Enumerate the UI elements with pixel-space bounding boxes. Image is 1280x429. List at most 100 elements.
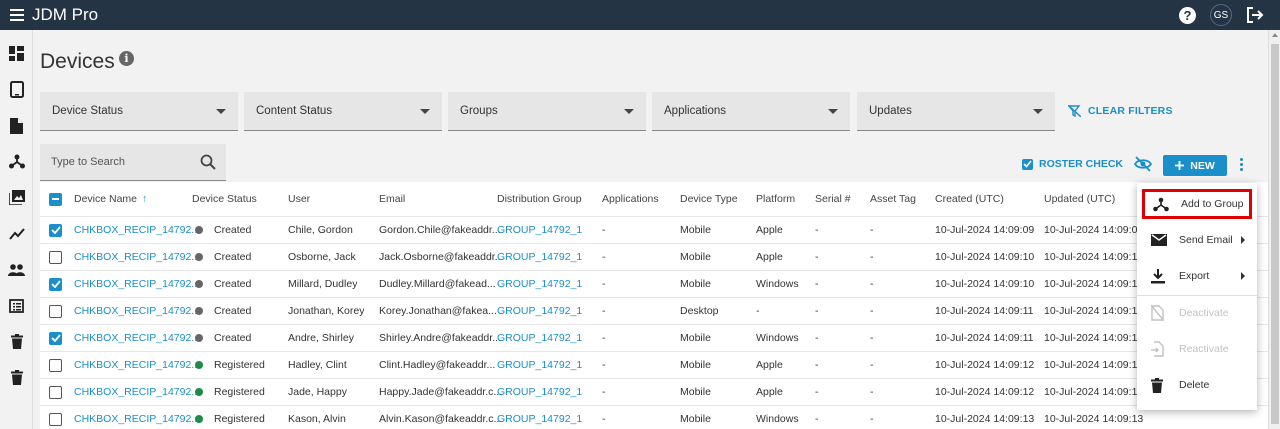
- column-header-updated[interactable]: Updated (UTC): [1044, 182, 1115, 216]
- table-row[interactable]: CHKBOX_RECIP_14792... Created Osborne, Jac…: [40, 244, 1268, 271]
- users-icon[interactable]: [8, 261, 25, 278]
- column-header-platform[interactable]: Platform: [756, 182, 795, 216]
- dashboard-icon[interactable]: [8, 45, 25, 62]
- serial-cell: -: [815, 244, 819, 270]
- filter-label: Updates: [869, 105, 912, 117]
- platform-cell: Apple: [756, 379, 783, 405]
- table-row[interactable]: CHKBOX_RECIP_14792... Created Chile, Gordo…: [40, 217, 1268, 244]
- distribution-group-cell[interactable]: GROUP_14792_1: [497, 298, 582, 324]
- email-cell-text: Jack.Osborne@fakeaddr...: [379, 251, 504, 263]
- column-header-device-status[interactable]: Device Status: [192, 182, 257, 216]
- distribution-group-cell[interactable]: GROUP_14792_1: [497, 244, 582, 270]
- column-header-created[interactable]: Created (UTC): [935, 182, 1004, 216]
- column-header-email[interactable]: Email: [379, 182, 405, 216]
- asset-tag-cell: -: [870, 352, 874, 378]
- table-row[interactable]: CHKBOX_RECIP_14792... Registered Kason, Al…: [40, 406, 1268, 429]
- device-name-cell[interactable]: CHKBOX_RECIP_14792...: [74, 325, 200, 351]
- more-vert-icon[interactable]: [1240, 158, 1244, 171]
- help-icon[interactable]: ?: [1179, 6, 1196, 24]
- trend-chart-icon[interactable]: [8, 225, 25, 242]
- user-avatar[interactable]: GS: [1210, 4, 1232, 26]
- menu-item-deactivate[interactable]: Deactivate: [1137, 295, 1257, 331]
- device-name-cell[interactable]: CHKBOX_RECIP_14792...: [74, 379, 200, 405]
- status-dot-icon: [195, 253, 203, 261]
- row-checkbox[interactable]: [49, 412, 62, 426]
- column-header-applications[interactable]: Applications: [602, 182, 659, 216]
- images-icon[interactable]: [8, 189, 25, 206]
- filter-applications[interactable]: Applications: [652, 92, 850, 131]
- filter-device-status[interactable]: Device Status: [40, 92, 238, 131]
- distribution-group-cell[interactable]: GROUP_14792_1: [497, 271, 582, 297]
- row-checkbox[interactable]: [49, 277, 62, 291]
- column-header-user[interactable]: User: [288, 182, 310, 216]
- menu-item-reactivate[interactable]: Reactivate: [1137, 331, 1257, 367]
- row-checkbox[interactable]: [49, 331, 62, 345]
- filter-groups[interactable]: Groups: [448, 92, 646, 131]
- new-button[interactable]: NEW: [1163, 155, 1227, 176]
- info-icon[interactable]: i: [119, 51, 134, 66]
- actions-menu: Add to Group Send Email Export Deactivat…: [1137, 183, 1257, 410]
- column-header-device-type[interactable]: Device Type: [680, 182, 738, 216]
- device-name-cell[interactable]: CHKBOX_RECIP_14792...: [74, 217, 200, 243]
- table-row[interactable]: CHKBOX_RECIP_14792... Created Andre, Shirl…: [40, 325, 1268, 352]
- filter-updates[interactable]: Updates: [857, 92, 1055, 131]
- table-row[interactable]: CHKBOX_RECIP_14792... Registered Jade, Hap…: [40, 379, 1268, 406]
- column-header-serial[interactable]: Serial #: [815, 182, 851, 216]
- document-icon[interactable]: [8, 117, 25, 134]
- logout-icon[interactable]: [1246, 7, 1264, 23]
- submenu-arrow-icon: [1241, 236, 1245, 244]
- updated-cell-text: 10-Jul-2024 14:09:10: [1044, 251, 1144, 263]
- row-checkbox[interactable]: [49, 358, 62, 372]
- created-cell: 10-Jul-2024 14:09:11: [935, 298, 1033, 324]
- visibility-off-icon[interactable]: [1134, 156, 1152, 172]
- distribution-group-cell[interactable]: GROUP_14792_1: [497, 325, 582, 351]
- column-header-distribution-group[interactable]: Distribution Group: [497, 182, 582, 216]
- row-checkbox[interactable]: [49, 223, 62, 237]
- platform-cell: Windows: [756, 406, 799, 429]
- device-name-cell[interactable]: CHKBOX_RECIP_14792...: [74, 244, 200, 270]
- column-header-asset-tag[interactable]: Asset Tag: [870, 182, 916, 216]
- main-content: Devices i Device Status Content Status G…: [33, 30, 1268, 429]
- device-name-cell[interactable]: CHKBOX_RECIP_14792...: [74, 298, 200, 324]
- table-row[interactable]: CHKBOX_RECIP_14792... Created Millard, Dud…: [40, 271, 1268, 298]
- scroll-up-icon[interactable]: [1272, 33, 1278, 37]
- menu-item-export[interactable]: Export: [1137, 258, 1257, 294]
- vertical-scrollbar[interactable]: [1268, 30, 1280, 429]
- distribution-group-cell[interactable]: GROUP_14792_1: [497, 352, 582, 378]
- user-cell: Jonathan, Korey: [288, 298, 364, 324]
- menu-item-delete[interactable]: Delete: [1137, 367, 1257, 403]
- search-input[interactable]: [40, 144, 195, 180]
- filter-content-status[interactable]: Content Status: [244, 92, 442, 131]
- menu-item-send-email[interactable]: Send Email: [1137, 222, 1257, 258]
- distribution-group-cell[interactable]: GROUP_14792_1: [497, 406, 582, 429]
- clear-filters-button[interactable]: CLEAR FILTERS: [1068, 105, 1173, 117]
- email-cell: Clint.Hadley@fakeaddr...: [379, 352, 495, 378]
- row-checkbox[interactable]: [49, 385, 62, 399]
- search-icon[interactable]: [200, 154, 216, 170]
- list-alt-icon[interactable]: [8, 297, 25, 314]
- table-row[interactable]: CHKBOX_RECIP_14792... Registered Hadley, C…: [40, 352, 1268, 379]
- distribution-group-cell[interactable]: GROUP_14792_1: [497, 379, 582, 405]
- trash-icon[interactable]: [8, 333, 25, 350]
- scrollbar-thumb[interactable]: [1271, 44, 1279, 424]
- distribution-group-cell[interactable]: GROUP_14792_1: [497, 217, 582, 243]
- roster-check-toggle[interactable]: ROSTER CHECK: [1022, 158, 1123, 170]
- select-all-checkbox[interactable]: [49, 192, 62, 206]
- user-cell: Jade, Happy: [288, 379, 347, 405]
- device-name-cell-text: CHKBOX_RECIP_14792...: [74, 359, 201, 371]
- distribution-group-cell-text: GROUP_14792_1: [497, 359, 583, 371]
- filter-label: Device Status: [52, 105, 123, 117]
- tablet-icon[interactable]: [8, 81, 25, 98]
- menu-item-add-to-group[interactable]: Add to Group: [1142, 189, 1252, 219]
- share-hub-icon[interactable]: [8, 153, 25, 170]
- device-name-cell[interactable]: CHKBOX_RECIP_14792...: [74, 271, 200, 297]
- row-checkbox[interactable]: [49, 304, 62, 318]
- row-checkbox[interactable]: [49, 250, 62, 264]
- device-name-cell[interactable]: CHKBOX_RECIP_14792...: [74, 406, 200, 429]
- column-header-device-name[interactable]: Device Name ↑: [74, 182, 147, 216]
- row-checkbox-cell: [49, 217, 62, 243]
- trash-icon[interactable]: [8, 369, 25, 386]
- device-name-cell[interactable]: CHKBOX_RECIP_14792...: [74, 352, 200, 378]
- table-row[interactable]: CHKBOX_RECIP_14792... Created Jonathan, Ko…: [40, 298, 1268, 325]
- hamburger-menu-icon[interactable]: [10, 9, 24, 21]
